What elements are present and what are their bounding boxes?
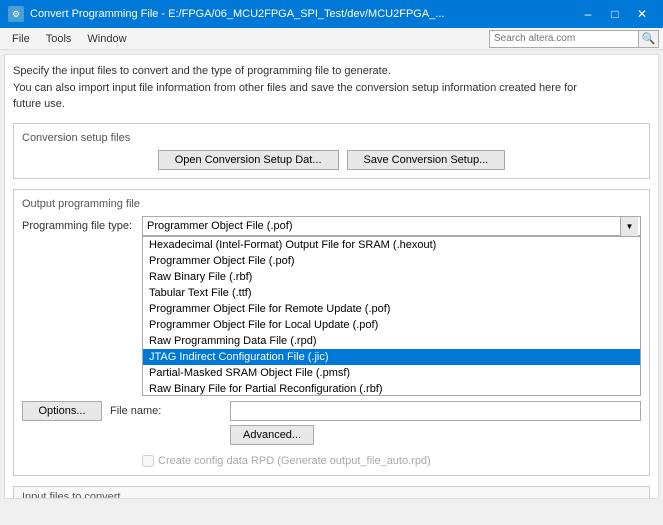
- filename-area: File name: Advanced...: [110, 401, 641, 449]
- menu-window[interactable]: Window: [79, 31, 134, 47]
- selected-file-type: Programmer Object File (.pof): [147, 220, 292, 232]
- checkbox-row: Create config data RPD (Generate output_…: [142, 455, 641, 467]
- options-button[interactable]: Options...: [22, 401, 102, 421]
- advanced-button[interactable]: Advanced...: [230, 425, 314, 445]
- dropdown-item-6[interactable]: Raw Programming Data File (.rpd): [143, 333, 640, 349]
- search-button[interactable]: 🔍: [639, 30, 659, 48]
- filename-input[interactable]: [230, 401, 641, 421]
- window-title: Convert Programming File - E:/FPGA/06_MC…: [30, 8, 575, 20]
- search-area: 🔍: [489, 30, 659, 48]
- dropdown-item-7[interactable]: JTAG Indirect Configuration File (.jic): [143, 349, 640, 365]
- filename-label: File name:: [110, 405, 230, 417]
- minimize-button[interactable]: –: [575, 4, 601, 24]
- file-type-select-container: Programmer Object File (.pof) ▼ Hexadeci…: [142, 216, 641, 236]
- conversion-setup-section: Conversion setup files Open Conversion S…: [13, 123, 650, 179]
- dropdown-item-3[interactable]: Tabular Text File (.ttf): [143, 285, 640, 301]
- dropdown-item-4[interactable]: Programmer Object File for Remote Update…: [143, 301, 640, 317]
- title-bar: ⚙ Convert Programming File - E:/FPGA/06_…: [0, 0, 663, 28]
- description-text: Specify the input files to convert and t…: [13, 63, 650, 113]
- file-type-dropdown[interactable]: Hexadecimal (Intel-Format) Output File f…: [142, 236, 641, 396]
- output-title: Output programming file: [22, 198, 641, 210]
- dropdown-item-2[interactable]: Raw Binary File (.rbf): [143, 269, 640, 285]
- maximize-button[interactable]: □: [602, 4, 628, 24]
- file-type-select[interactable]: Programmer Object File (.pof) ▼: [142, 216, 641, 236]
- menu-tools[interactable]: Tools: [38, 31, 80, 47]
- save-conversion-button[interactable]: Save Conversion Setup...: [347, 150, 506, 170]
- file-type-label: Programming file type:: [22, 220, 142, 232]
- create-config-checkbox[interactable]: [142, 455, 154, 467]
- select-arrow-icon: ▼: [620, 217, 638, 237]
- dropdown-item-0[interactable]: Hexadecimal (Intel-Format) Output File f…: [143, 237, 640, 253]
- filename-row: File name:: [110, 401, 641, 421]
- app-icon: ⚙: [8, 6, 24, 22]
- main-content: Specify the input files to convert and t…: [4, 54, 659, 499]
- description-line1: Specify the input files to convert and t…: [13, 63, 650, 80]
- output-section: Output programming file Programming file…: [13, 189, 650, 476]
- input-section-title: Input files to convert: [14, 487, 649, 500]
- search-input[interactable]: [489, 30, 639, 48]
- description-line2: You can also import input file informati…: [13, 80, 650, 97]
- description-line3: future use.: [13, 96, 650, 113]
- open-conversion-button[interactable]: Open Conversion Setup Dat...: [158, 150, 339, 170]
- window-controls: – □ ✕: [575, 4, 655, 24]
- dropdown-item-1[interactable]: Programmer Object File (.pof): [143, 253, 640, 269]
- menu-file[interactable]: File: [4, 31, 38, 47]
- dropdown-item-8[interactable]: Partial-Masked SRAM Object File (.pmsf): [143, 365, 640, 381]
- checkbox-label: Create config data RPD (Generate output_…: [158, 455, 431, 467]
- conversion-setup-buttons: Open Conversion Setup Dat... Save Conver…: [22, 150, 641, 170]
- file-type-row: Programming file type: Programmer Object…: [22, 216, 641, 236]
- close-button[interactable]: ✕: [629, 4, 655, 24]
- conversion-setup-title: Conversion setup files: [22, 132, 641, 144]
- input-section: Input files to convert File/Data area Pr…: [13, 486, 650, 500]
- dropdown-item-5[interactable]: Programmer Object File for Local Update …: [143, 317, 640, 333]
- options-filename-row: Options... File name: Advanced...: [22, 401, 641, 449]
- dropdown-item-9[interactable]: Raw Binary File for Partial Reconfigurat…: [143, 381, 640, 396]
- left-buttons: Options...: [22, 401, 102, 449]
- menu-bar: File Tools Window 🔍: [0, 28, 663, 50]
